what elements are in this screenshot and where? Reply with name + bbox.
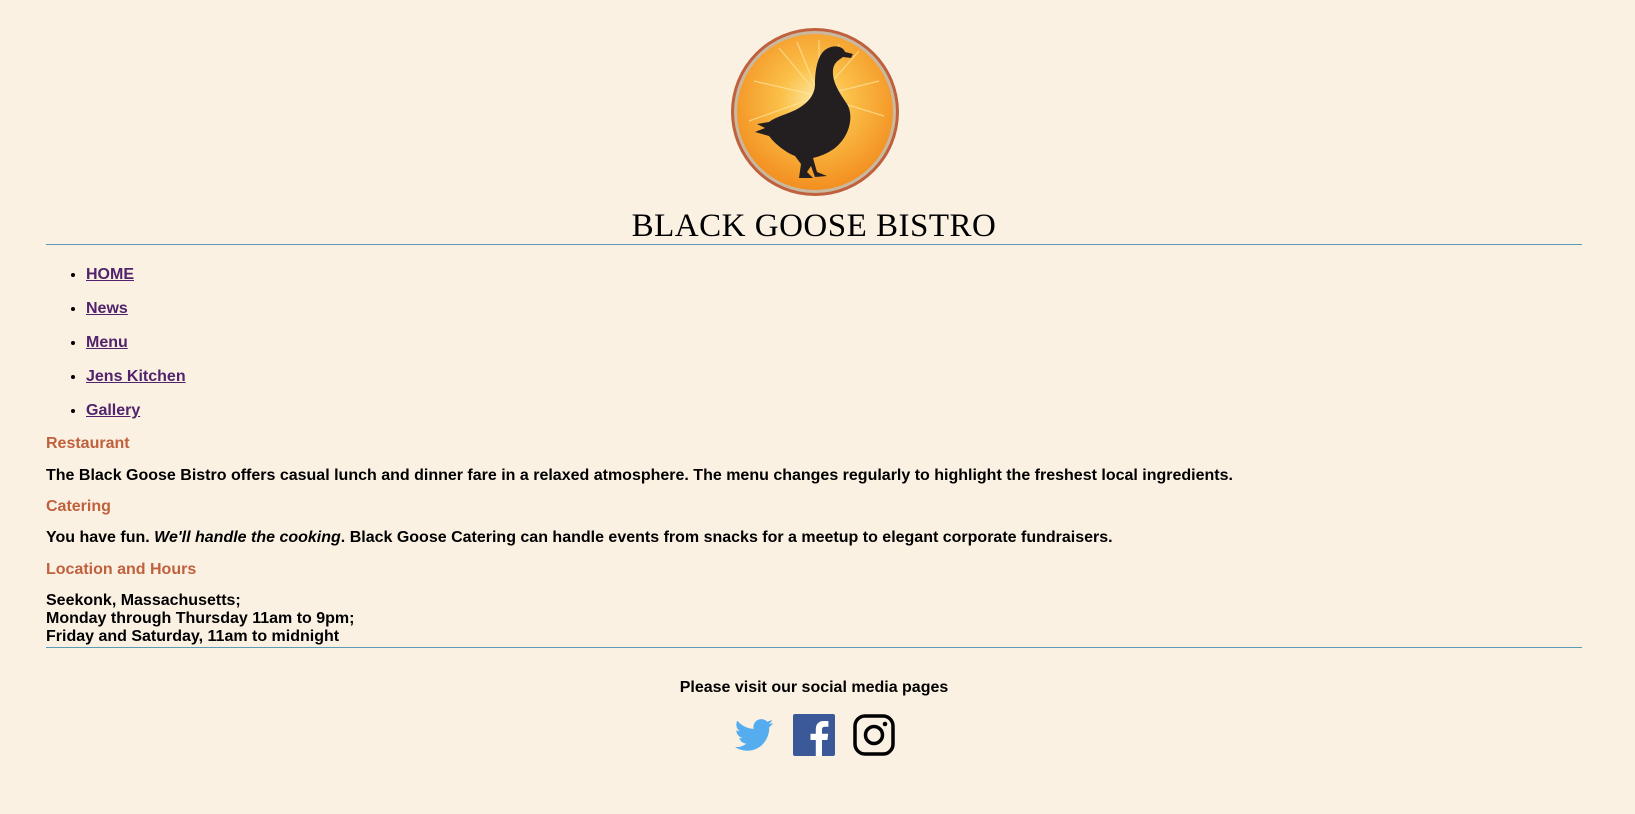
facebook-link[interactable] (793, 714, 835, 756)
site-footer: Please visit our social media pages (46, 675, 1582, 756)
footer-divider (46, 647, 1582, 648)
site-title: BLACK GOOSE BISTRO (631, 208, 997, 244)
nav-link-news[interactable]: News (86, 300, 128, 317)
location-text: Seekonk, Massachusetts; Monday through T… (46, 592, 354, 646)
nav-link-menu[interactable]: Menu (86, 334, 128, 351)
page: BLACK GOOSE BISTRO HOME News Menu Jens K… (0, 0, 1635, 814)
header-divider (46, 244, 1582, 245)
catering-text: You have fun. We'll handle the cooking. … (46, 529, 1113, 547)
social-links (46, 714, 1582, 758)
location-line-weekend-hours: Friday and Saturday, 11am to midnight (46, 628, 340, 645)
instagram-link[interactable] (853, 714, 895, 756)
nav-link-jens-kitchen[interactable]: Jens Kitchen (86, 368, 186, 385)
location-line-weekday-hours: Monday through Thursday 11am to 9pm; (46, 610, 355, 627)
catering-text-start: You have fun. (46, 529, 155, 546)
location-heading: Location and Hours (46, 561, 197, 578)
instagram-icon (853, 714, 895, 756)
nav-item-menu: Menu (86, 330, 186, 364)
location-line-city: Seekonk, Massachusetts; (46, 592, 241, 609)
nav-item-news: News (86, 296, 186, 330)
nav-link-gallery[interactable]: Gallery (86, 402, 140, 419)
nav-link-home[interactable]: HOME (86, 266, 134, 283)
catering-text-emphasis: We'll handle the cooking (154, 529, 341, 546)
catering-text-end: . Black Goose Catering can handle events… (340, 529, 1113, 546)
nav-item-gallery: Gallery (86, 398, 186, 432)
restaurant-heading: Restaurant (46, 435, 130, 452)
facebook-icon (793, 714, 835, 756)
goose-logo-icon (731, 28, 899, 196)
twitter-icon (734, 719, 774, 751)
nav-item-jens-kitchen: Jens Kitchen (86, 364, 186, 398)
social-prompt: Please visit our social media pages (679, 679, 949, 696)
catering-heading: Catering (46, 498, 111, 515)
twitter-link[interactable] (733, 714, 775, 756)
restaurant-text: The Black Goose Bistro offers casual lun… (46, 467, 1233, 484)
nav-item-home: HOME (86, 262, 186, 296)
